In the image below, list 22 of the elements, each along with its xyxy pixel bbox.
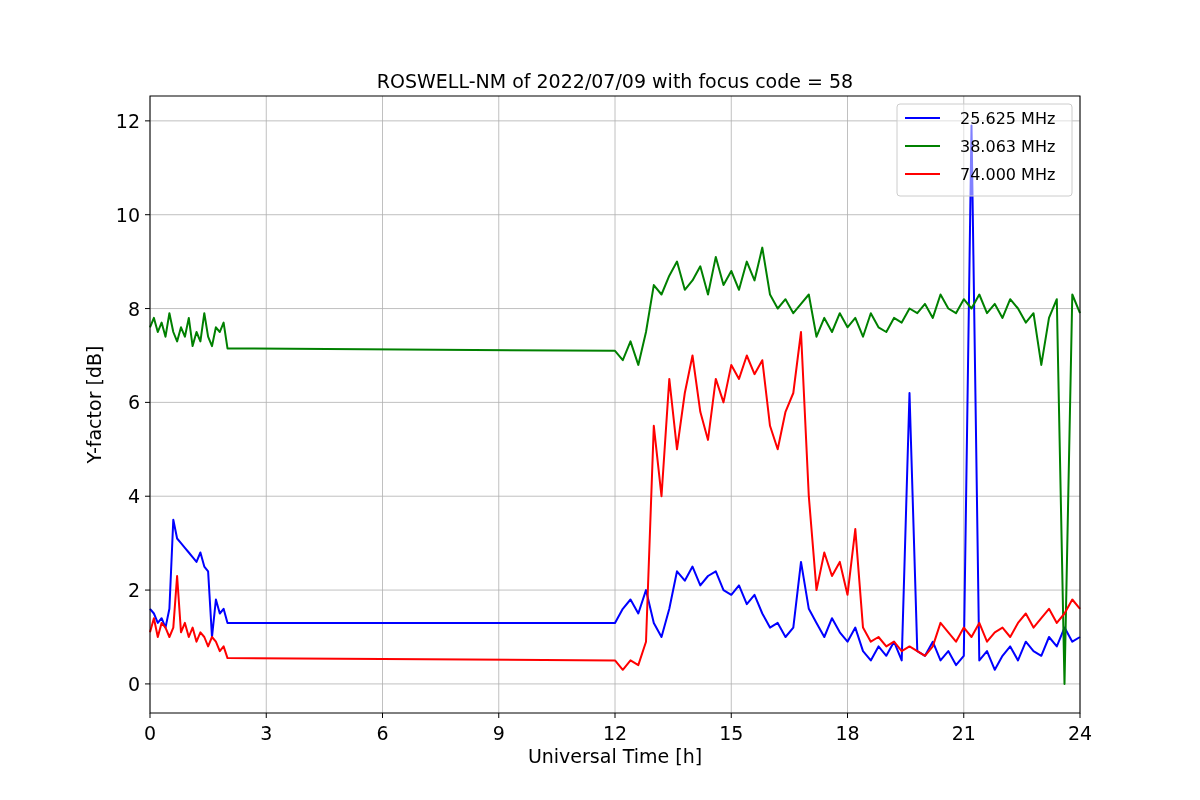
y-tick-label: 10 bbox=[115, 203, 140, 226]
x-axis-label: Universal Time [h] bbox=[527, 745, 703, 767]
x-tick-label: 12 bbox=[602, 722, 628, 744]
legend-label: 38.063 MHz bbox=[960, 137, 1056, 156]
x-tick-label: 18 bbox=[835, 722, 860, 744]
x-tick-label: 3 bbox=[260, 722, 273, 744]
x-tick-label: 9 bbox=[492, 722, 505, 744]
chart-title: ROSWELL-NM of 2022/07/09 with focus code = 58 bbox=[376, 70, 854, 92]
y-tick-label: 2 bbox=[127, 579, 140, 602]
x-tick-label: 24 bbox=[1067, 722, 1093, 744]
y-axis-label: Y-factor [dB] bbox=[83, 345, 105, 464]
x-tick-label: 0 bbox=[143, 722, 157, 744]
x-tick-label: 6 bbox=[376, 722, 389, 744]
legend-label: 74.000 MHz bbox=[960, 165, 1056, 184]
legend-label: 25.625 MHz bbox=[960, 109, 1056, 128]
x-tick-label: 15 bbox=[719, 722, 744, 744]
y-tick-label: 12 bbox=[115, 109, 140, 132]
y-tick-label: 6 bbox=[127, 391, 140, 414]
x-tick-label: 21 bbox=[951, 722, 976, 744]
y-tick-label: 8 bbox=[127, 297, 140, 320]
y-tick-label: 0 bbox=[127, 672, 140, 695]
y-tick-label: 4 bbox=[127, 485, 140, 508]
